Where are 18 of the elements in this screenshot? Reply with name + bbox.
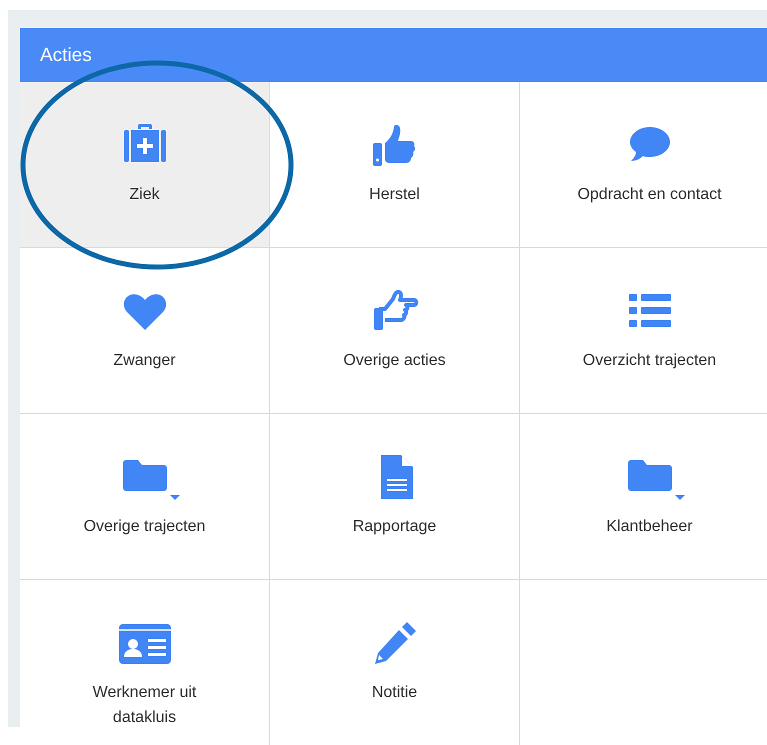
- action-label: Rapportage: [352, 517, 438, 537]
- action-label: Zwanger: [112, 351, 177, 371]
- action-tile[interactable]: Overige trajecten: [20, 414, 270, 580]
- action-tile[interactable]: Rapportage: [270, 414, 520, 580]
- action-label: Herstel: [368, 185, 421, 205]
- action-tile[interactable]: Overige acties: [270, 248, 520, 414]
- action-label: Ziek: [128, 185, 161, 205]
- action-label: Opdracht en contact: [576, 185, 723, 205]
- panel-title: Acties: [20, 28, 767, 82]
- action-label: Werknemer uit datakluis: [92, 683, 198, 728]
- action-label: Overige trajecten: [82, 517, 206, 537]
- action-tile[interactable]: Zwanger: [20, 248, 270, 414]
- action-tile[interactable]: Herstel: [270, 82, 520, 248]
- action-tile[interactable]: Ziek: [20, 82, 270, 248]
- action-label: Klantbeheer: [605, 517, 694, 537]
- action-label: Notitie: [370, 683, 418, 703]
- action-label: Overige acties: [342, 351, 447, 371]
- action-label: Overzicht trajecten: [582, 351, 718, 371]
